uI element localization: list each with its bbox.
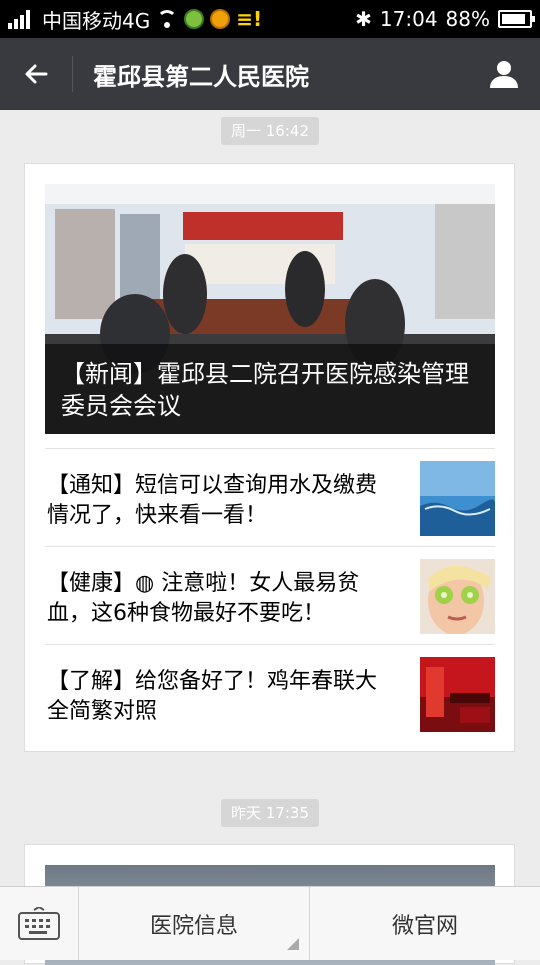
title-bar: 霍邱县第二人民医院 [0, 38, 540, 110]
article-title: 【通知】短信可以查询用水及缴费情况了，快来看一看！ [47, 473, 378, 528]
water-thumbnail [420, 461, 495, 536]
profile-button[interactable] [468, 38, 540, 110]
keyboard-button[interactable] [0, 887, 79, 960]
list-item[interactable]: 【通知】短信可以查询用水及缴费情况了，快来看一看！ [45, 448, 495, 546]
battery-icon [498, 10, 535, 28]
menu-micro-site[interactable]: 微官网 [309, 887, 540, 960]
back-arrow-icon [25, 64, 48, 84]
signal-icon [8, 9, 30, 29]
couplet-thumbnail [420, 657, 495, 732]
hero-article[interactable]: 【新闻】霍邱县二院召开医院感染管理委员会会议 [45, 184, 495, 434]
article-title: 【健康】◍ 注意啦！女人最易贫血，这6种食物最好不要吃！ [47, 571, 360, 626]
message-timestamp: 昨天 17:35 [221, 799, 319, 827]
battery-percent: 88% [445, 7, 490, 31]
hero-title: 【新闻】霍邱县二院召开医院感染管理委员会会议 [45, 344, 495, 434]
menu-hospital-info[interactable]: 医院信息 [79, 887, 309, 960]
menu-label: 微官网 [391, 913, 458, 939]
face-thumbnail [420, 559, 495, 634]
list-item[interactable]: 【了解】给您备好了！鸡年春联大全简繁对照 [45, 644, 495, 742]
status-bar: 中国移动4G ≡! ✱ 17:04 88% [0, 0, 540, 38]
keyboard-icon [18, 906, 60, 940]
back-button[interactable] [0, 38, 72, 110]
bluetooth-icon: ✱ [355, 7, 372, 31]
menu-icon: ≡! [236, 7, 263, 31]
app-icon [184, 9, 205, 29]
title-divider [72, 56, 73, 92]
article-card: 【新闻】霍邱县二院召开医院感染管理委员会会议 【通知】短信可以查询用水及缴费情况… [24, 163, 515, 752]
message-timestamp: 周一 16:42 [221, 117, 319, 145]
menu-label: 医院信息 [149, 913, 238, 939]
clock: 17:04 [379, 7, 438, 31]
wifi-icon [156, 10, 178, 28]
submenu-indicator-icon [287, 938, 299, 950]
bottom-menu-bar: 医院信息 微官网 [0, 886, 540, 960]
profile-icon [490, 61, 518, 88]
list-item[interactable]: 【健康】◍ 注意啦！女人最易贫血，这6种食物最好不要吃！ [45, 546, 495, 644]
carrier-label: 中国移动4G [42, 8, 151, 33]
page-title: 霍邱县第二人民医院 [93, 62, 309, 91]
emoji-icon [210, 9, 231, 29]
article-title: 【了解】给您备好了！鸡年春联大全简繁对照 [47, 669, 378, 724]
